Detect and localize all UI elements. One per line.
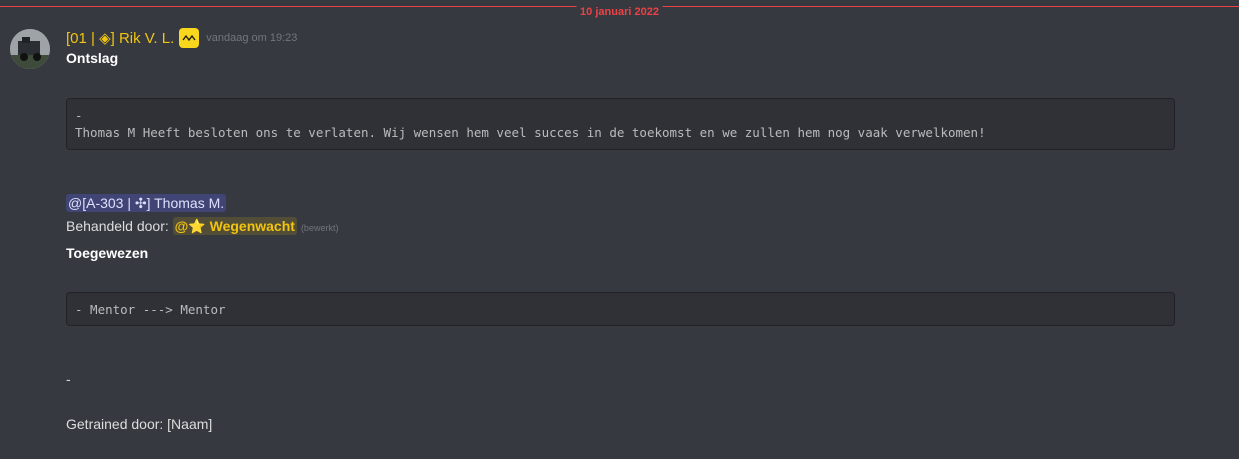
dash-line: -	[66, 371, 71, 387]
anwb-badge-icon	[179, 28, 200, 48]
user-mention[interactable]: @[A-303 | ✣] Thomas M.	[66, 194, 227, 212]
author-name[interactable]: [01 | ◈] Rik V. L.	[66, 29, 174, 47]
code-line: -	[75, 108, 83, 123]
timestamp: vandaag om 19:23	[206, 32, 298, 44]
date-divider-label: 10 januari 2022	[576, 6, 663, 19]
avatar[interactable]	[10, 29, 50, 69]
date-divider: 10 januari 2022	[0, 6, 1239, 19]
code-block-announcement: - Thomas M Heeft besloten ons te verlate…	[66, 98, 1175, 150]
edited-label: (bewerkt)	[300, 223, 339, 233]
handled-by-label: Behandeld door:	[66, 218, 173, 234]
code-line: - Mentor ---> Mentor	[75, 302, 226, 317]
role-mention[interactable]: @⭐ Wegenwacht	[172, 217, 297, 235]
message-header: [01 | ◈] Rik V. L. vandaag om 19:23	[66, 28, 297, 48]
handled-by-line: Behandeld door: @⭐ Wegenwacht (bewerkt)	[66, 217, 339, 235]
message-title: Ontslag	[66, 50, 119, 66]
assigned-title: Toegewezen	[66, 245, 149, 261]
code-block-assignment: - Mentor ---> Mentor	[66, 292, 1175, 326]
trained-by-line: Getrained door: [Naam]	[66, 416, 213, 432]
code-line: Thomas M Heeft besloten ons te verlaten.…	[75, 125, 986, 140]
avatar-image	[10, 29, 50, 69]
user-mention-line: @[A-303 | ✣] Thomas M.	[66, 194, 227, 212]
